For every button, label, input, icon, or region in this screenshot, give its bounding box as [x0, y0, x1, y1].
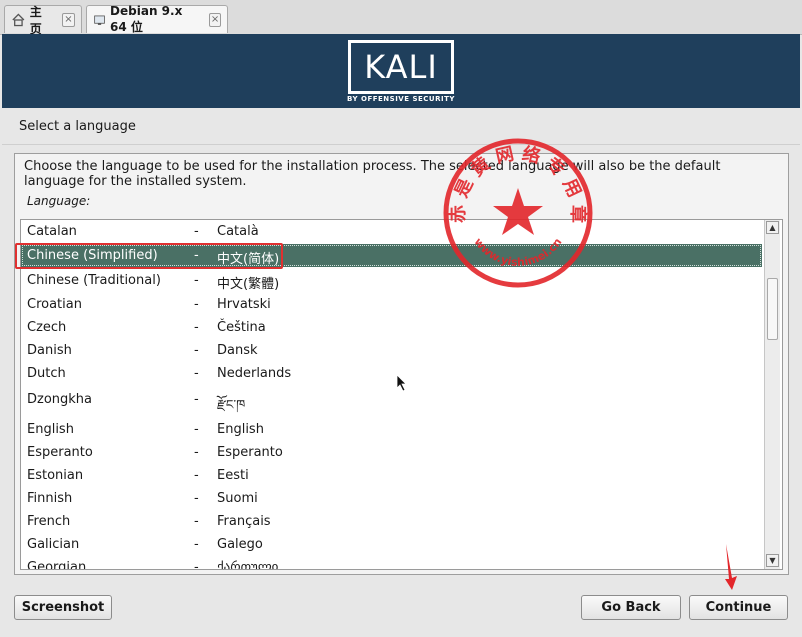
- language-native: Čeština: [217, 320, 266, 335]
- language-native: Nederlands: [217, 366, 292, 381]
- red-arrow-icon: [725, 544, 737, 590]
- separator: -: [194, 320, 199, 335]
- kali-banner: KALI BY OFFENSIVE SECURITY: [2, 34, 800, 108]
- list-scrollbar[interactable]: ▲ ▼: [764, 220, 780, 569]
- list-item[interactable]: English - English: [21, 418, 762, 441]
- mouse-cursor-icon: [396, 374, 407, 392]
- language-name: Georgian: [27, 560, 87, 570]
- separator: -: [194, 422, 199, 437]
- list-item[interactable]: French - Français: [21, 510, 762, 533]
- language-native: 中文(繁體): [217, 277, 280, 292]
- tab-vm-label: Debian 9.x 64 位: [110, 4, 183, 34]
- scroll-down-icon[interactable]: ▼: [766, 554, 779, 567]
- language-name: Croatian: [27, 297, 82, 312]
- separator: -: [194, 445, 199, 460]
- language-name: Dutch: [27, 366, 66, 381]
- tab-home[interactable]: 主页 ×: [4, 5, 82, 36]
- description-text: Choose the language to be used for the i…: [24, 159, 721, 189]
- language-name: Estonian: [27, 468, 84, 483]
- language-native: Eesti: [217, 468, 249, 483]
- logo-subtitle: BY OFFENSIVE SECURITY: [347, 95, 455, 103]
- language-native: Galego: [217, 537, 263, 552]
- separator: -: [194, 297, 199, 312]
- list-item[interactable]: Esperanto - Esperanto: [21, 441, 762, 464]
- vm-icon: [94, 15, 105, 25]
- separator: -: [194, 224, 199, 239]
- highlight-annotation: [15, 243, 283, 269]
- language-name: Esperanto: [27, 445, 93, 460]
- tab-bar: 主页 × Debian 9.x 64 位 ×: [0, 0, 802, 36]
- language-name: Dzongkha: [27, 392, 93, 407]
- separator: -: [194, 514, 199, 529]
- language-name: Catalan: [27, 224, 77, 239]
- language-native: Suomi: [217, 491, 258, 506]
- language-name: Danish: [27, 343, 72, 358]
- separator: -: [194, 560, 199, 570]
- language-native: Català: [217, 224, 259, 239]
- list-item[interactable]: Estonian - Eesti: [21, 464, 762, 487]
- list-item[interactable]: Galician - Galego: [21, 533, 762, 556]
- list-item[interactable]: Chinese (Traditional) - 中文(繁體): [21, 269, 762, 292]
- list-item[interactable]: Danish - Dansk: [21, 339, 762, 362]
- separator: -: [194, 392, 199, 407]
- svg-text:www.yishimei.cn: www.yishimei.cn: [471, 236, 564, 269]
- page-title: Select a language: [19, 119, 136, 134]
- separator: -: [194, 491, 199, 506]
- close-icon[interactable]: ×: [209, 12, 221, 27]
- language-name: Finnish: [27, 491, 73, 506]
- language-name: French: [27, 514, 71, 529]
- screenshot-button[interactable]: Screenshot: [14, 595, 112, 620]
- separator: -: [194, 366, 199, 381]
- language-native: Français: [217, 514, 271, 529]
- list-item[interactable]: Finnish - Suomi: [21, 487, 762, 510]
- language-name: English: [27, 422, 74, 437]
- continue-button[interactable]: Continue: [689, 595, 788, 620]
- language-label: Language:: [27, 194, 91, 208]
- language-name: Chinese (Traditional): [27, 273, 161, 288]
- scroll-up-icon[interactable]: ▲: [766, 221, 779, 234]
- language-native: Esperanto: [217, 445, 283, 460]
- language-native: English: [217, 422, 264, 437]
- separator: -: [194, 537, 199, 552]
- tab-home-label: 主页: [29, 4, 42, 36]
- separator: -: [194, 273, 199, 288]
- list-item[interactable]: Dzongkha - རྫོང་ཁ: [21, 388, 762, 413]
- close-icon[interactable]: ×: [61, 12, 75, 27]
- red-seal-stamp: 赤 是 黄 网 络 专 用 章 www.yishimei.cn: [443, 138, 593, 288]
- list-item[interactable]: Dutch - Nederlands: [21, 362, 762, 385]
- separator: -: [194, 343, 199, 358]
- list-item[interactable]: Georgian - ქართული: [21, 556, 762, 570]
- tab-vm[interactable]: Debian 9.x 64 位 ×: [86, 4, 228, 34]
- list-item[interactable]: Czech - Čeština: [21, 316, 762, 339]
- logo-text: KALI: [364, 48, 438, 86]
- language-name: Galician: [27, 537, 80, 552]
- language-list[interactable]: Catalan - Català Chinese (Simplified) - 中文(简…: [20, 219, 783, 570]
- language-name: Czech: [27, 320, 67, 335]
- kali-logo: KALI: [348, 40, 454, 94]
- scroll-thumb[interactable]: [767, 278, 778, 340]
- language-native: Hrvatski: [217, 297, 271, 312]
- stamp-url: www.yishimei.cn: [471, 236, 564, 269]
- separator: -: [194, 468, 199, 483]
- language-native: Dansk: [217, 343, 258, 358]
- divider: [2, 144, 800, 145]
- star-icon: [493, 188, 543, 235]
- home-icon: [12, 13, 25, 26]
- go-back-button[interactable]: Go Back: [581, 595, 681, 620]
- list-item[interactable]: Croatian - Hrvatski: [21, 293, 762, 316]
- list-item[interactable]: Catalan - Català: [21, 220, 762, 243]
- language-native: ქართული: [217, 560, 279, 570]
